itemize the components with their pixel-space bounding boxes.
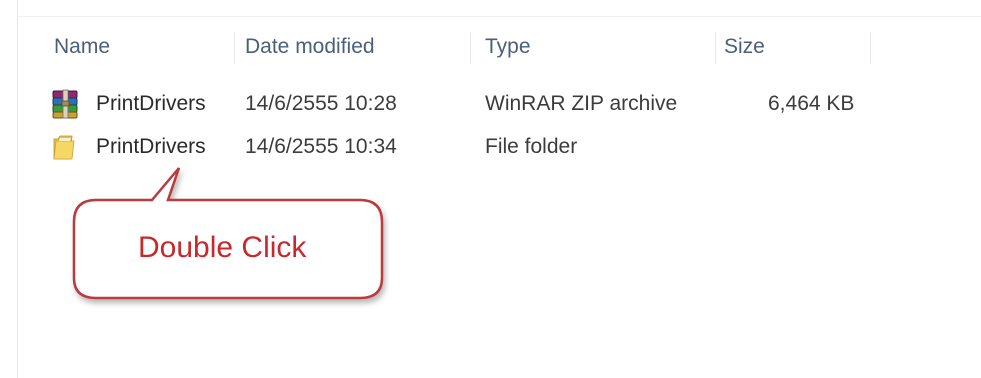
file-date-modified: 14/6/2555 10:28 bbox=[245, 92, 397, 115]
winrar-archive-icon bbox=[52, 89, 78, 119]
file-type: File folder bbox=[485, 135, 578, 158]
file-name[interactable]: PrintDrivers bbox=[96, 84, 206, 124]
column-header-type[interactable]: Type bbox=[477, 28, 715, 66]
file-size: 6,464 KB bbox=[768, 92, 855, 115]
column-separator[interactable] bbox=[470, 32, 471, 64]
file-row-printdrivers-archive[interactable]: PrintDrivers 14/6/2555 10:28 WinRAR ZIP … bbox=[50, 84, 870, 124]
column-header-bar: Name Date modified Type Size bbox=[18, 28, 981, 66]
column-header-date-modified[interactable]: Date modified bbox=[237, 28, 470, 66]
column-header-name[interactable]: Name bbox=[46, 28, 234, 66]
file-explorer-pane: Name Date modified Type Size PrintDriver… bbox=[0, 0, 981, 378]
column-separator[interactable] bbox=[870, 32, 871, 64]
pane-top-border bbox=[17, 16, 981, 17]
file-type: WinRAR ZIP archive bbox=[485, 92, 678, 115]
folder-icon bbox=[53, 135, 75, 160]
column-header-size[interactable]: Size bbox=[716, 28, 868, 66]
callout-text: Double Click bbox=[138, 231, 307, 264]
column-separator[interactable] bbox=[234, 32, 235, 64]
